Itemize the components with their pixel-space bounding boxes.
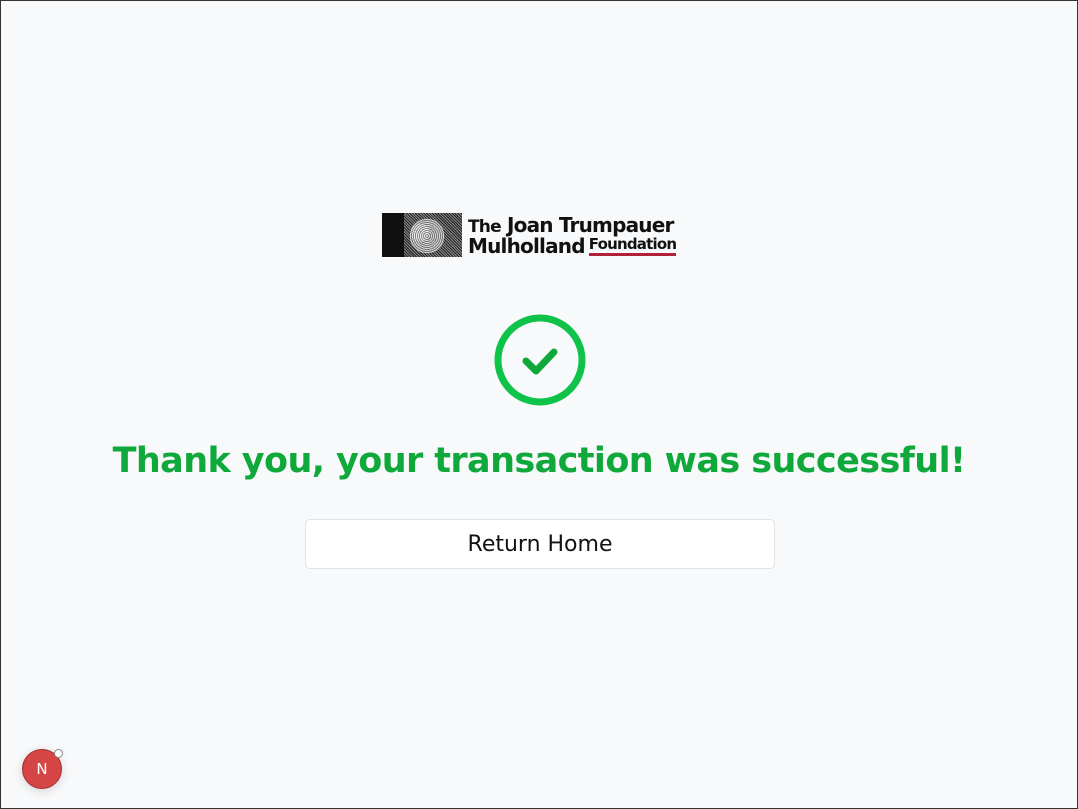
foundation-logo: The Joan Trumpauer Mulholland Foundation bbox=[382, 212, 700, 258]
logo-foundation: Foundation bbox=[588, 236, 677, 256]
check-circle-icon bbox=[494, 314, 586, 406]
nextjs-dev-badge[interactable]: N bbox=[22, 749, 63, 789]
badge-indicator-dot bbox=[54, 749, 63, 758]
page: The Joan Trumpauer Mulholland Foundation… bbox=[1, 1, 1077, 808]
return-home-button[interactable]: Return Home bbox=[305, 519, 775, 569]
logo-joan-trumpauer: Joan Trumpauer bbox=[500, 212, 674, 237]
nextjs-icon: N bbox=[36, 760, 48, 778]
logo-line-1: The Joan Trumpauer bbox=[468, 215, 676, 236]
logo-line-2: Mulholland Foundation bbox=[468, 233, 677, 258]
logo-wordmark: The Joan Trumpauer Mulholland Foundation bbox=[468, 215, 677, 258]
success-message: Thank you, your transaction was successf… bbox=[112, 441, 966, 481]
portrait-image bbox=[382, 213, 462, 257]
logo-mulholland: Mulholland bbox=[468, 233, 586, 258]
